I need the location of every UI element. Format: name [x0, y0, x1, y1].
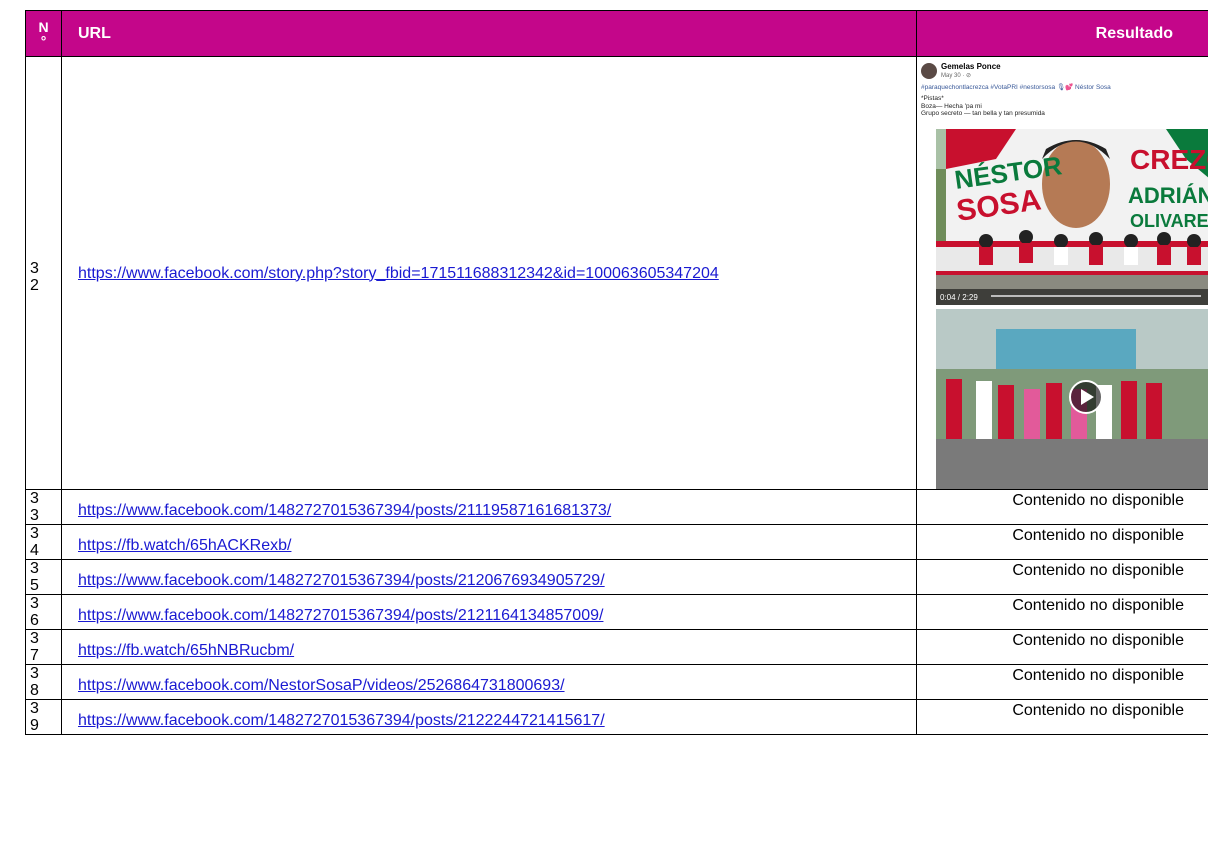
banner-word: ADRIÁN — [1128, 183, 1208, 208]
row-url-link[interactable]: https://www.facebook.com/148272701536739… — [78, 712, 605, 729]
row-url-cell: https://www.facebook.com/story.php?story… — [61, 56, 917, 490]
row-url-cell: https://www.facebook.com/148272701536739… — [61, 594, 917, 630]
row-url-link[interactable]: https://www.facebook.com/story.php?story… — [78, 263, 868, 284]
row-url-link[interactable]: https://www.facebook.com/148272701536739… — [78, 502, 611, 519]
banner-word: OLIVARES — [1130, 211, 1208, 231]
row-number: 3 3 — [25, 489, 62, 525]
row-number: 3 9 — [25, 699, 62, 735]
row-result: Contenido no disponible — [916, 559, 1208, 595]
row-url-cell: https://www.facebook.com/NestorSosaP/vid… — [61, 664, 917, 700]
row-number: 3 7 — [25, 629, 62, 665]
table-row: 3 4 https://fb.watch/65hACKRexb/ Conteni… — [25, 524, 1208, 560]
table-row: 3 2 https://www.facebook.com/story.php?s… — [25, 56, 1208, 490]
table-row: 3 6 https://www.facebook.com/14827270153… — [25, 594, 1208, 630]
row-result: Contenido no disponible — [916, 524, 1208, 560]
row-number: 3 6 — [25, 594, 62, 630]
table-row: 3 8 https://www.facebook.com/NestorSosaP… — [25, 664, 1208, 700]
avatar — [921, 63, 937, 79]
header-number: N ° — [25, 10, 62, 57]
header-result: Resultado — [916, 10, 1208, 57]
post-author: Gemelas Ponce — [941, 62, 1001, 71]
row-number: 3 2 — [25, 56, 62, 490]
row-url-link[interactable]: https://www.facebook.com/NestorSosaP/vid… — [78, 677, 565, 694]
post-video-thumbnail[interactable]: NÉSTOR SOSA CREZCA ADRIÁN OLIVARES — [936, 129, 1208, 305]
results-table: N ° URL Resultado 3 2 https://www.facebo… — [25, 10, 1208, 735]
post-text: *Pistas* Boza— Hecha 'pa mi Grupo secret… — [921, 95, 1045, 117]
banner-word: CREZCA — [1130, 144, 1208, 175]
row-url-link[interactable]: https://www.facebook.com/148272701536739… — [78, 572, 605, 589]
campaign-event-image: NÉSTOR SOSA CREZCA ADRIÁN OLIVARES — [936, 129, 1208, 305]
row-url-link[interactable]: https://www.facebook.com/148272701536739… — [78, 607, 603, 624]
row-result: Contenido no disponible — [916, 489, 1208, 525]
row-url-link[interactable]: https://fb.watch/65hNBRucbm/ — [78, 642, 294, 659]
row-url-cell: https://fb.watch/65hNBRucbm/ — [61, 629, 917, 665]
table-row: 3 3 https://www.facebook.com/14827270153… — [25, 489, 1208, 525]
campaign-street-image — [936, 309, 1208, 489]
post-date: May 30 · ⊘ — [941, 73, 972, 79]
row-url-cell: https://www.facebook.com/148272701536739… — [61, 489, 917, 525]
table-row: 3 7 https://fb.watch/65hNBRucbm/ Conteni… — [25, 629, 1208, 665]
row-number: 3 5 — [25, 559, 62, 595]
row-url-cell: https://fb.watch/65hACKRexb/ — [61, 524, 917, 560]
post-video-thumbnail-2[interactable] — [936, 309, 1208, 489]
table-row: 3 5 https://www.facebook.com/14827270153… — [25, 559, 1208, 595]
row-result: Contenido no disponible — [916, 629, 1208, 665]
row-result: Contenido no disponible — [916, 699, 1208, 735]
facebook-post-screenshot: Gemelas Ponce May 30 · ⊘ #paraquechontla… — [917, 57, 1208, 489]
row-number: 3 8 — [25, 664, 62, 700]
header-url: URL — [61, 10, 917, 57]
row-url-link[interactable]: https://fb.watch/65hACKRexb/ — [78, 537, 291, 554]
post-hashtags: #paraquechontlacrezca #VotaPRI #nestorso… — [921, 84, 1111, 91]
table-row: 3 9 https://www.facebook.com/14827270153… — [25, 699, 1208, 735]
row-url-cell: https://www.facebook.com/148272701536739… — [61, 559, 917, 595]
result-screenshot-cell: Gemelas Ponce May 30 · ⊘ #paraquechontla… — [916, 56, 1208, 490]
row-result: Contenido no disponible — [916, 664, 1208, 700]
video-time: 0:04 / 2:29 — [940, 293, 978, 302]
row-url-cell: https://www.facebook.com/148272701536739… — [61, 699, 917, 735]
row-number: 3 4 — [25, 524, 62, 560]
row-result: Contenido no disponible — [916, 594, 1208, 630]
table-header-row: N ° URL Resultado — [25, 10, 1208, 57]
